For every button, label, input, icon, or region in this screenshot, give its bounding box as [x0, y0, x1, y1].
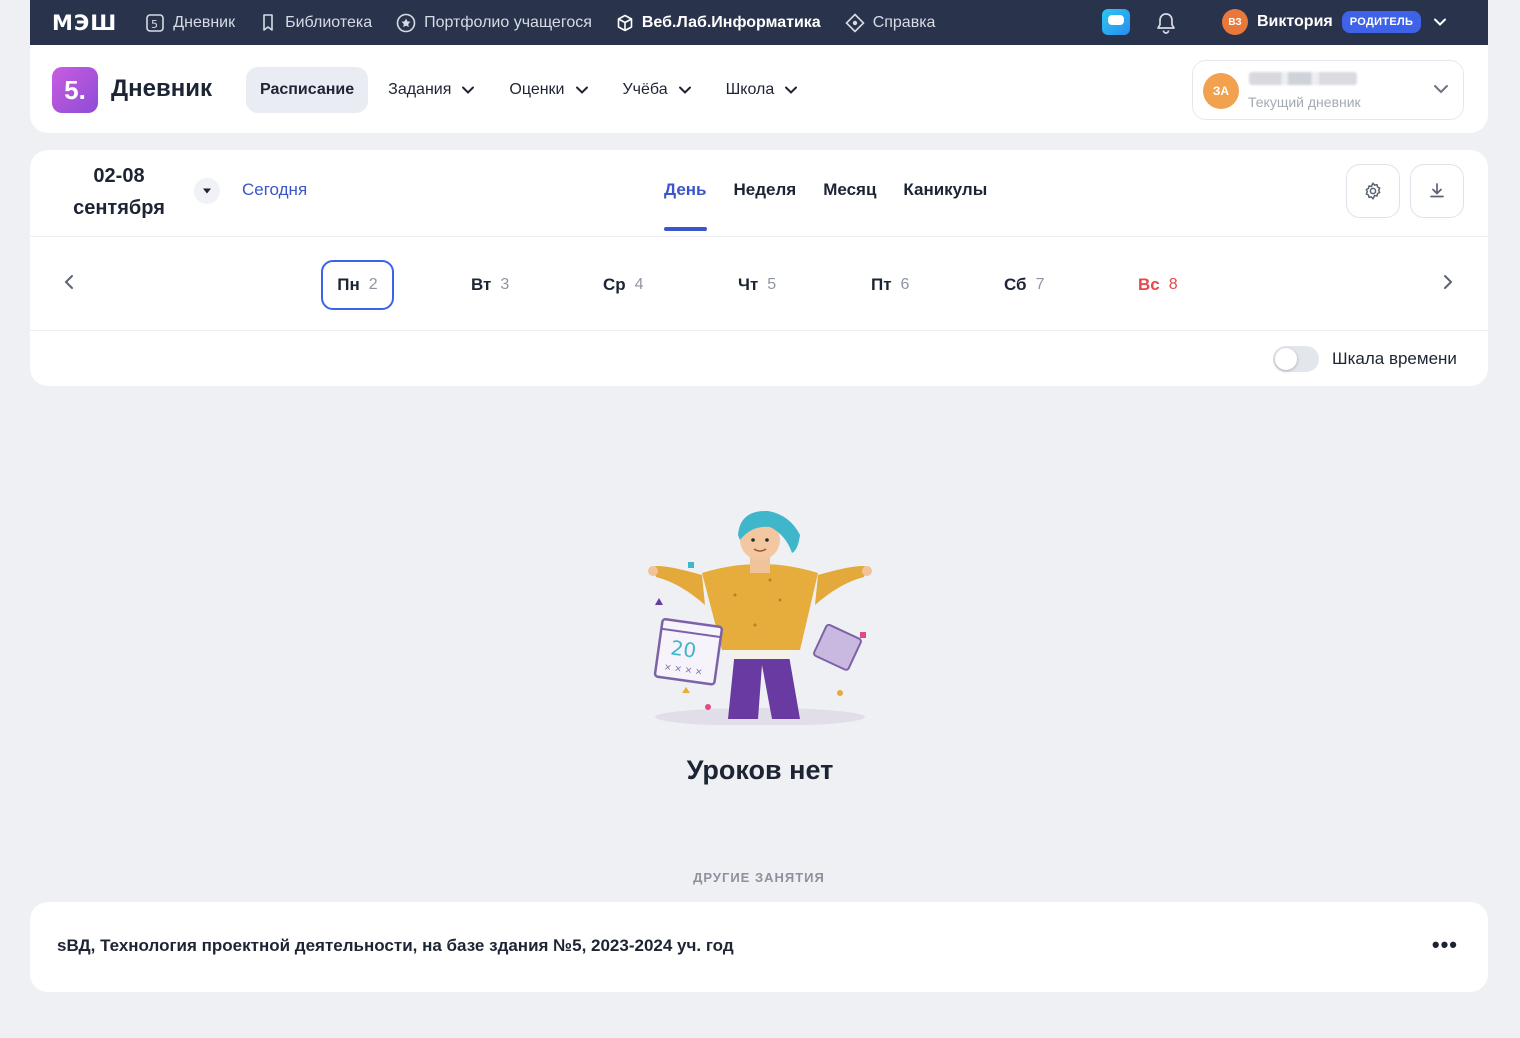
menu-school[interactable]: Школа [712, 67, 813, 113]
bookmark-icon [263, 13, 273, 31]
menu-grades-label: Оценки [509, 81, 565, 98]
schedule-card: 02-08 сентября Сегодня День Неделя Месяц… [30, 150, 1488, 386]
chevron-down-icon [678, 86, 691, 94]
diary-header: 5. Дневник Расписание Задания Оценки Учё… [30, 45, 1488, 133]
menu-assignments[interactable]: Задания [374, 67, 489, 113]
chevron-down-icon [575, 86, 588, 94]
bell-icon[interactable] [1155, 11, 1177, 35]
view-tabs: День Неделя Месяц Каникулы [664, 180, 1014, 231]
day-name: Вс [1138, 275, 1160, 294]
tab-week[interactable]: Неделя [734, 180, 797, 200]
day-number: 6 [900, 276, 910, 293]
user-menu[interactable]: ВЗ Виктория РОДИТЕЛЬ [1222, 9, 1447, 35]
topnav-help-label: Справка [872, 13, 936, 31]
day-name: Пн [337, 275, 360, 294]
mesh-logo[interactable]: МЭШ [52, 11, 117, 35]
menu-assignments-label: Задания [388, 81, 452, 98]
timeline-toggle[interactable] [1273, 346, 1319, 372]
gear-icon [1365, 182, 1381, 200]
settings-button[interactable] [1346, 164, 1400, 218]
role-badge: РОДИТЕЛЬ [1341, 11, 1422, 33]
day-name: Вт [471, 275, 492, 294]
user-name: Виктория [1257, 13, 1333, 30]
tab-month[interactable]: Месяц [823, 180, 876, 200]
day-number: 5 [767, 276, 777, 293]
chevron-down-icon [785, 86, 798, 94]
day-name: Сб [1004, 275, 1027, 294]
top-navbar: МЭШ 5 Дневник Библиотека Портфолио учаще… [30, 0, 1488, 45]
tab-holidays[interactable]: Каникулы [903, 180, 987, 200]
download-icon [1430, 183, 1444, 198]
svg-text:5: 5 [151, 18, 158, 31]
diamond-icon [845, 12, 865, 33]
date-range-month: сентября [73, 197, 165, 219]
star-circle-icon [396, 13, 416, 32]
student-avatar: ЗА [1203, 73, 1239, 109]
today-link[interactable]: Сегодня [242, 180, 307, 200]
diary-5-icon: 5 [146, 13, 165, 32]
chevron-down-icon [1434, 85, 1448, 94]
topnav-help[interactable]: Справка [845, 12, 936, 33]
timeline-label: Шкала времени [1332, 349, 1457, 368]
diary-menu: Расписание Задания Оценки Учёба Школа [246, 67, 818, 113]
topnav-weblab[interactable]: Веб.Лаб.Информатика [616, 14, 821, 32]
day-sunday[interactable]: Вс 8 [1138, 260, 1178, 310]
activity-title: sВД, Технология проектной деятельности, … [57, 936, 734, 955]
day-tuesday[interactable]: Вт 3 [471, 260, 509, 310]
day-number: 7 [1035, 276, 1045, 293]
topnav-weblab-label: Веб.Лаб.Информатика [641, 13, 821, 31]
caret-down-icon [203, 188, 211, 194]
current-diary-label: Текущий дневник [1248, 94, 1361, 110]
day-number: 2 [368, 276, 378, 293]
day-number: 3 [500, 276, 510, 293]
empty-state-title: Уроков нет [686, 755, 834, 785]
day-name: Пт [871, 275, 892, 294]
topnav-library[interactable]: Библиотека [259, 13, 372, 33]
activity-card[interactable]: sВД, Технология проектной деятельности, … [30, 902, 1488, 992]
more-options-icon[interactable]: ••• [1432, 932, 1458, 958]
day-monday[interactable]: Пн 2 [321, 260, 394, 310]
tab-day[interactable]: День [664, 180, 707, 231]
menu-grades[interactable]: Оценки [495, 67, 602, 113]
date-range-days: 02-08 [93, 165, 145, 187]
diary-title: Дневник [111, 75, 212, 102]
card-divider [30, 330, 1488, 331]
student-name-blurred [1249, 72, 1357, 85]
topnav-portfolio-label: Портфолио учащегося [424, 13, 592, 31]
menu-schedule[interactable]: Расписание [246, 67, 369, 113]
topnav-diary-label: Дневник [173, 13, 236, 31]
day-saturday[interactable]: Сб 7 [1004, 260, 1044, 310]
menu-study-label: Учёба [622, 81, 668, 98]
day-thursday[interactable]: Чт 5 [738, 260, 776, 310]
chevron-down-icon [462, 86, 475, 94]
day-number: 4 [634, 276, 644, 293]
day-name: Чт [738, 275, 759, 294]
card-divider [30, 236, 1488, 237]
download-button[interactable] [1410, 164, 1464, 218]
day-name: Ср [603, 275, 626, 294]
day-wednesday[interactable]: Ср 4 [603, 260, 644, 310]
topnav-library-label: Библиотека [285, 13, 373, 31]
topnav-portfolio[interactable]: Портфолио учащегося [396, 13, 592, 33]
chevron-left-icon[interactable] [62, 272, 76, 292]
chevron-right-icon[interactable] [1441, 272, 1455, 292]
menu-study[interactable]: Учёба [609, 67, 706, 113]
topnav-diary[interactable]: 5 Дневник [145, 13, 235, 33]
date-picker-button[interactable] [194, 178, 220, 204]
user-avatar: ВЗ [1222, 9, 1248, 35]
day-number: 8 [1168, 276, 1178, 293]
menu-school-label: Школа [725, 81, 775, 98]
current-diary-select[interactable]: ЗА Текущий дневник [1192, 60, 1464, 120]
cube-icon [617, 14, 633, 31]
diary-app-logo[interactable]: 5. [52, 67, 98, 113]
chevron-down-icon [1434, 18, 1447, 26]
date-range[interactable]: 02-08 сентября [56, 160, 182, 224]
no-lessons-illustration: 20 × × × × [648, 510, 872, 725]
menu-schedule-label: Расписание [260, 81, 355, 98]
day-friday[interactable]: Пт 6 [871, 260, 909, 310]
other-activities-caption: ДРУГИЕ ЗАНЯТИЯ [693, 870, 825, 885]
chat-icon[interactable] [1102, 9, 1130, 35]
calendar-number: 20 [669, 635, 698, 662]
